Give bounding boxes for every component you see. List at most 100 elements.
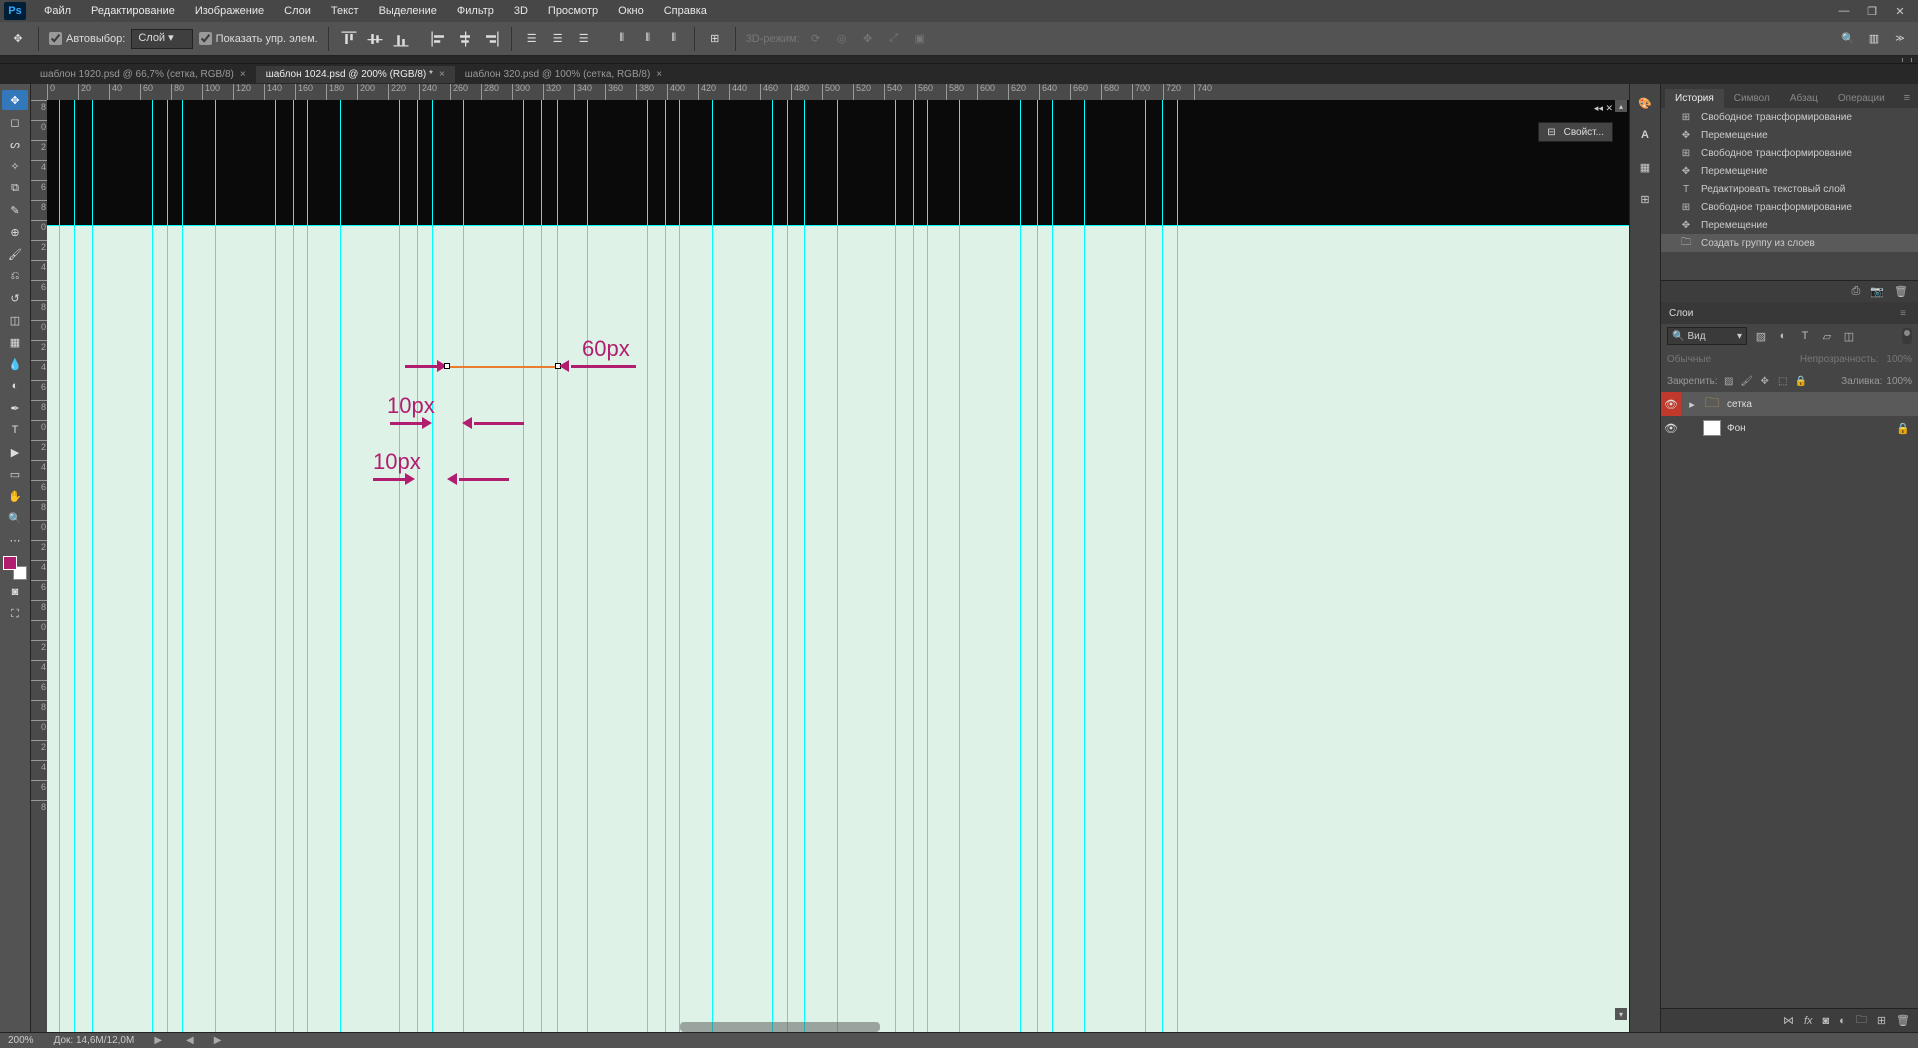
distribute-right-icon[interactable]: ⫴: [664, 29, 684, 49]
opacity-value[interactable]: 100%: [1886, 354, 1912, 365]
guide-vertical[interactable]: [895, 100, 896, 1032]
history-delete-icon[interactable]: 🗑: [1894, 285, 1908, 298]
guide-vertical[interactable]: [647, 100, 648, 1032]
guide-vertical[interactable]: [463, 100, 464, 1032]
workspace-chevron-icon[interactable]: ≫: [1890, 29, 1910, 49]
menu-слои[interactable]: Слои: [274, 2, 321, 20]
menu-файл[interactable]: Файл: [34, 2, 81, 20]
new-group-icon[interactable]: 🗀: [1856, 1011, 1867, 1030]
menu-выделение[interactable]: Выделение: [369, 2, 447, 20]
guide-vertical[interactable]: [587, 100, 588, 1032]
guide-vertical[interactable]: [772, 100, 773, 1032]
guide-vertical[interactable]: [837, 100, 838, 1032]
guide-vertical[interactable]: [1177, 100, 1178, 1032]
layer-thumbnail[interactable]: [1703, 420, 1721, 436]
layer-name-label[interactable]: Фон: [1727, 423, 1746, 434]
brush-tool[interactable]: 🖌: [2, 244, 28, 264]
history-item[interactable]: ✥Перемещение: [1661, 162, 1918, 180]
menu-изображение[interactable]: Изображение: [185, 2, 274, 20]
distribute-vcenter-icon[interactable]: ☰: [548, 29, 568, 49]
panel-collapse-icon[interactable]: ◂◂ ✕: [1594, 103, 1613, 114]
distribute-bottom-icon[interactable]: ☰: [574, 29, 594, 49]
color-panel-icon[interactable]: 🎨: [1634, 92, 1656, 114]
scroll-down-button[interactable]: ▾: [1615, 1008, 1627, 1020]
guide-vertical[interactable]: [432, 100, 433, 1032]
close-tab-icon[interactable]: ×: [439, 69, 445, 80]
window-maximize[interactable]: ❐: [1858, 0, 1886, 22]
panel-grip-strip[interactable]: [0, 56, 1918, 64]
lock-position-icon[interactable]: ✥: [1758, 374, 1772, 388]
history-item[interactable]: ⊞Свободное трансформирование: [1661, 198, 1918, 216]
history-item[interactable]: TРедактировать текстовый слой: [1661, 180, 1918, 198]
filter-type-icon[interactable]: T: [1797, 328, 1813, 344]
history-item[interactable]: ⊞Свободное трансформирование: [1661, 108, 1918, 126]
horizontal-scrollbar[interactable]: [680, 1022, 880, 1032]
filter-shape-icon[interactable]: ▱: [1819, 328, 1835, 344]
gradient-tool[interactable]: ▦: [2, 332, 28, 352]
guide-vertical[interactable]: [804, 100, 805, 1032]
layer-expand-icon[interactable]: ▸: [1687, 398, 1697, 411]
menu-просмотр[interactable]: Просмотр: [538, 2, 608, 20]
align-bottom-icon[interactable]: [391, 29, 411, 49]
history-item[interactable]: ✥Перемещение: [1661, 126, 1918, 144]
panel-tab-абзац[interactable]: Абзац: [1780, 89, 1828, 108]
guide-vertical[interactable]: [92, 100, 93, 1032]
align-top-icon[interactable]: [339, 29, 359, 49]
guide-vertical[interactable]: [1162, 100, 1163, 1032]
auto-select-mode[interactable]: Слой ▾: [131, 29, 192, 49]
guide-vertical[interactable]: [712, 100, 713, 1032]
guide-vertical[interactable]: [59, 100, 60, 1032]
panel-tab-операции[interactable]: Операции: [1828, 89, 1895, 108]
document-tab[interactable]: шаблон 1920.psd @ 66,7% (сетка, RGB/8)×: [30, 66, 256, 83]
foreground-color-swatch[interactable]: [3, 556, 17, 570]
guide-vertical[interactable]: [152, 100, 153, 1032]
path-select-tool[interactable]: ▶: [2, 442, 28, 462]
crop-tool[interactable]: ⧉: [2, 178, 28, 198]
panel-tab-символ[interactable]: Символ: [1724, 89, 1780, 108]
menu-справка[interactable]: Справка: [654, 2, 717, 20]
guide-horizontal[interactable]: [47, 225, 1629, 226]
distribute-hcenter-icon[interactable]: ⫴: [638, 29, 658, 49]
rectangle-tool[interactable]: ▭: [2, 464, 28, 484]
layer-name-label[interactable]: сетка: [1727, 399, 1752, 410]
ruler-origin[interactable]: [31, 84, 47, 100]
libraries-panel-icon[interactable]: ⊞: [1634, 188, 1656, 210]
menu-редактирование[interactable]: Редактирование: [81, 2, 185, 20]
lock-all-icon[interactable]: 🔒: [1794, 374, 1808, 388]
close-tab-icon[interactable]: ×: [656, 69, 662, 80]
guide-vertical[interactable]: [679, 100, 680, 1032]
history-snapshot-icon[interactable]: 📷: [1870, 285, 1884, 298]
hand-tool[interactable]: ✋: [2, 486, 28, 506]
guide-vertical[interactable]: [1145, 100, 1146, 1032]
delete-layer-icon[interactable]: 🗑: [1896, 1014, 1910, 1027]
fill-value[interactable]: 100%: [1886, 376, 1912, 387]
guide-vertical[interactable]: [1052, 100, 1053, 1032]
auto-align-icon[interactable]: ⊞: [705, 29, 725, 49]
show-transform-checkbox[interactable]: Показать упр. элем.: [199, 32, 318, 45]
layer-row[interactable]: 👁Фон🔒: [1661, 416, 1918, 440]
panel-menu-icon[interactable]: ≡: [1896, 304, 1910, 323]
guide-vertical[interactable]: [307, 100, 308, 1032]
history-item[interactable]: ✥Перемещение: [1661, 216, 1918, 234]
blur-tool[interactable]: 💧: [2, 354, 28, 374]
pen-tool[interactable]: ✒: [2, 398, 28, 418]
menu-текст[interactable]: Текст: [321, 2, 369, 20]
layer-visibility-toggle[interactable]: 👁: [1661, 416, 1681, 440]
link-layers-icon[interactable]: ⋈: [1783, 1014, 1794, 1027]
clone-stamp-tool[interactable]: ⎌: [2, 266, 28, 286]
history-item[interactable]: 🗀Создать группу из слоев: [1661, 234, 1918, 252]
guide-vertical[interactable]: [399, 100, 400, 1032]
align-hcenter-icon[interactable]: [455, 29, 475, 49]
status-details-button[interactable]: ▶: [154, 1035, 162, 1046]
lock-transparency-icon[interactable]: ▨: [1722, 374, 1736, 388]
align-vcenter-icon[interactable]: [365, 29, 385, 49]
filter-pixel-icon[interactable]: ▧: [1753, 328, 1769, 344]
menu-фильтр[interactable]: Фильтр: [447, 2, 504, 20]
filter-adjust-icon[interactable]: ◐: [1775, 328, 1791, 344]
layer-row[interactable]: 👁▸🗀сетка: [1661, 392, 1918, 416]
quick-mask-tool[interactable]: ◙: [2, 582, 28, 602]
window-close[interactable]: ✕: [1886, 0, 1914, 22]
guide-vertical[interactable]: [541, 100, 542, 1032]
guide-vertical[interactable]: [275, 100, 276, 1032]
selection-handle[interactable]: [444, 363, 450, 369]
